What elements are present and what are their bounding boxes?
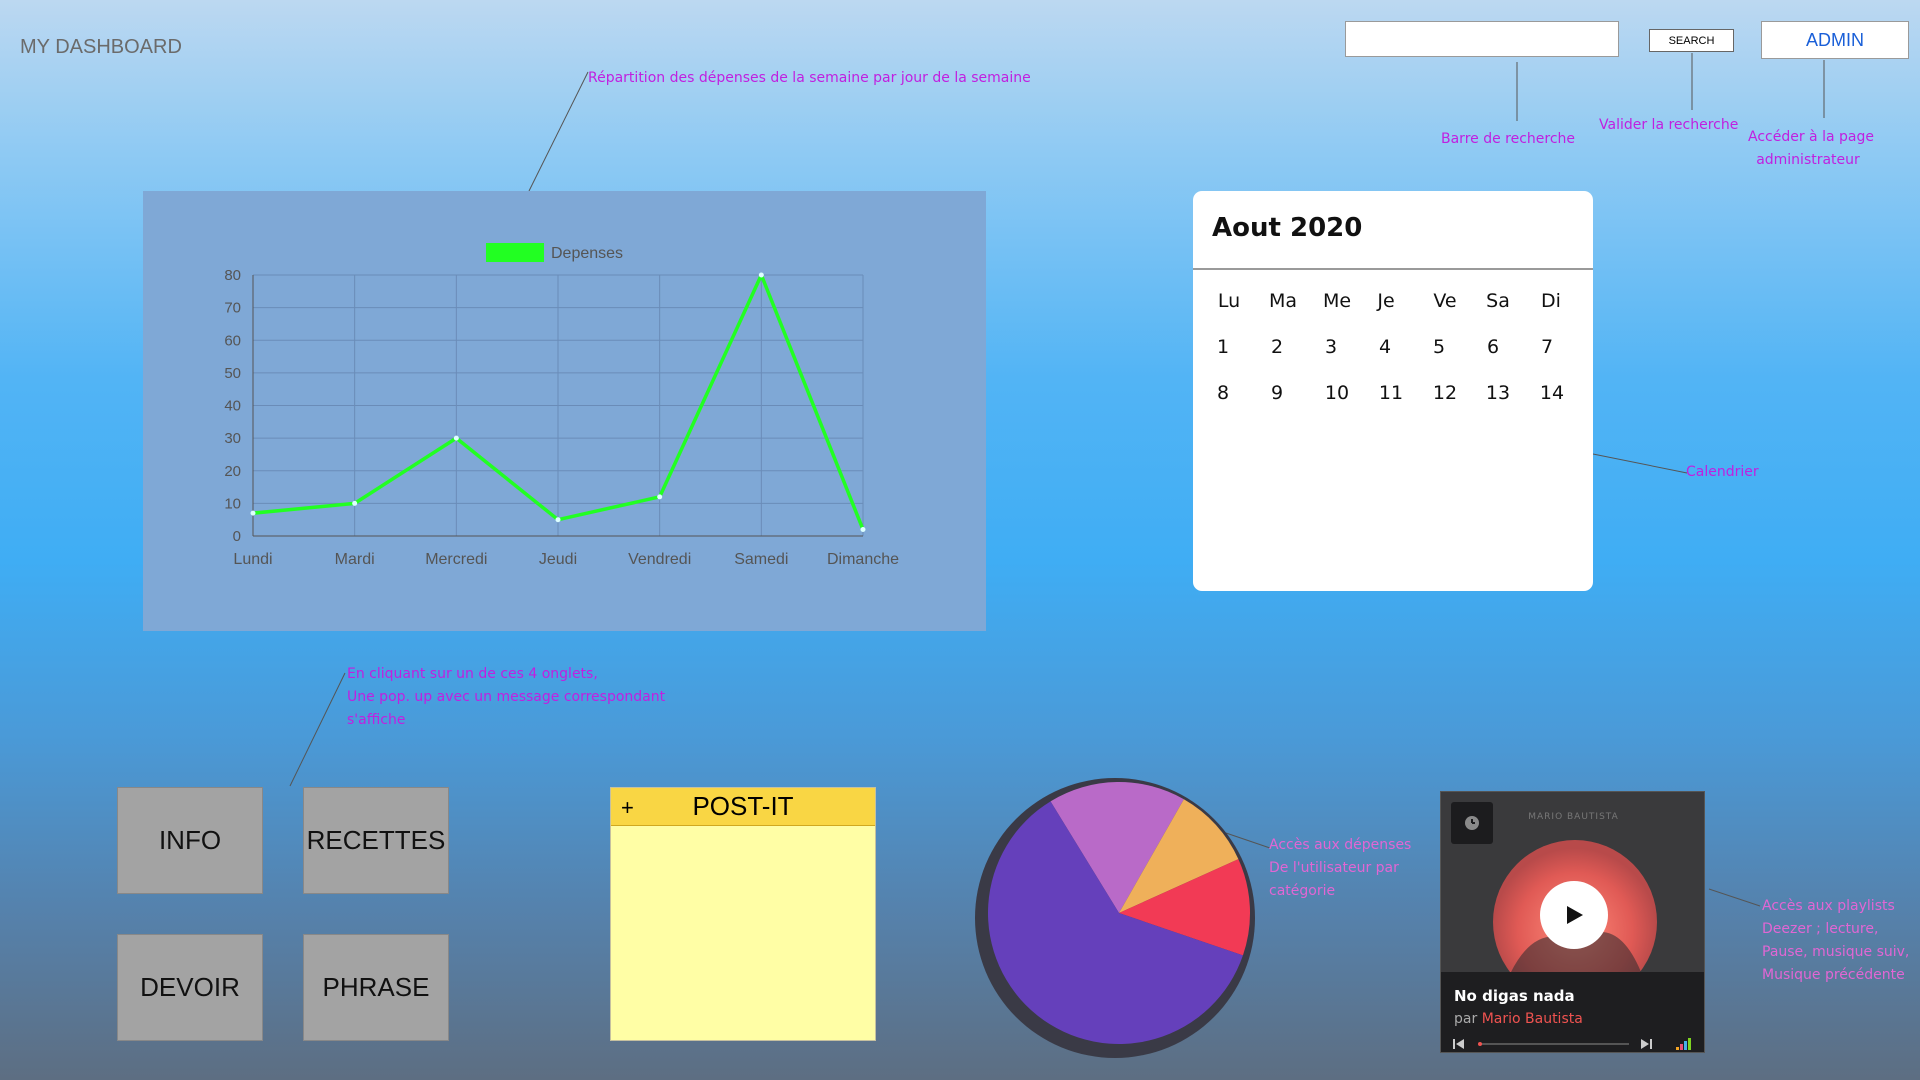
annotation-pie: Accès aux dépenses De l'utilisateur par … (1269, 834, 1411, 903)
deezer-player: MARIO BAUTISTA No digas nada par Mario B… (1440, 791, 1705, 1053)
chart-legend-swatch (486, 243, 544, 262)
annotation-search-validate: Valider la recherche (1599, 117, 1739, 133)
chart-x-tick-label: Lundi (233, 551, 272, 568)
chart-y-tick-label: 60 (224, 332, 241, 349)
calendar-day[interactable]: 11 (1369, 382, 1413, 404)
calendar-weekday: Ma (1268, 290, 1298, 312)
calendar-weekday: Je (1377, 290, 1395, 312)
calendar-day[interactable]: 1 (1201, 336, 1245, 358)
chart-y-tick-label: 50 (224, 365, 241, 382)
chart-y-tick-label: 80 (224, 267, 241, 284)
calendar-day[interactable]: 2 (1255, 336, 1299, 358)
calendar-day[interactable]: 6 (1471, 336, 1515, 358)
clock-button[interactable] (1451, 802, 1493, 844)
chart-y-tick-label: 30 (224, 430, 241, 447)
chart-data-point (352, 500, 358, 506)
chart-data-point (250, 510, 256, 516)
annotation-player-line1: Accès aux playlists (1762, 898, 1895, 914)
calendar-title: Aout 2020 (1212, 213, 1363, 243)
annotation-admin-line2: administrateur (1756, 152, 1860, 168)
chart-y-tick-label: 10 (224, 495, 241, 512)
chart-x-tick-label: Jeudi (539, 551, 577, 568)
calendar-weekday: Me (1322, 290, 1352, 312)
annotation-pie-line3: catégorie (1269, 883, 1336, 899)
player-controls (1453, 1038, 1691, 1050)
chart-y-tick-label: 20 (224, 463, 241, 480)
progress-handle[interactable] (1478, 1042, 1482, 1046)
chart-x-tick-label: Dimanche (827, 551, 899, 568)
calendar-day[interactable]: 3 (1309, 336, 1353, 358)
annotation-admin: Accéder à la page administrateur (1748, 126, 1874, 172)
calendar-day[interactable]: 5 (1417, 336, 1461, 358)
annotation-pie-line1: Accès aux dépenses (1269, 837, 1412, 853)
previous-icon[interactable] (1453, 1039, 1464, 1049)
calendar-day[interactable]: 8 (1201, 382, 1245, 404)
annotation-chart: Répartition des dépenses de la semaine p… (588, 70, 1031, 86)
annotation-player-line4: Musique précédente (1762, 967, 1905, 983)
postit-widget: + POST-IT (610, 787, 876, 1041)
calendar-day[interactable]: 13 (1476, 382, 1520, 404)
chart-y-tick-label: 0 (233, 528, 241, 545)
calendar-divider (1193, 268, 1593, 270)
track-artist: par Mario Bautista (1454, 1011, 1583, 1027)
chart-x-tick-label: Vendredi (628, 551, 691, 568)
annotation-admin-line1: Accéder à la page (1748, 129, 1874, 145)
chart-data-point (657, 494, 663, 500)
play-icon (1567, 906, 1583, 924)
calendar-weekday: Lu (1217, 290, 1241, 312)
annotation-tabs: En cliquant sur un de ces 4 onglets, Une… (347, 663, 665, 732)
postit-textarea[interactable] (611, 826, 875, 1041)
chart-x-tick-label: Mardi (335, 551, 375, 568)
chart-y-tick-label: 70 (224, 300, 241, 317)
chart-x-tick-label: Mercredi (425, 551, 487, 568)
track-by-label: par (1454, 1011, 1478, 1027)
chart-legend-label: Depenses (551, 245, 623, 262)
deezer-logo-icon (1676, 1038, 1691, 1050)
expenses-pie-chart[interactable] (970, 773, 1260, 1063)
progress-track[interactable] (1479, 1043, 1629, 1045)
annotation-tabs-line2: Une pop. up avec un message correspondan… (347, 689, 666, 705)
calendar-day[interactable]: 14 (1530, 382, 1574, 404)
album-artist-caption: MARIO BAUTISTA (1528, 812, 1619, 822)
calendar-day[interactable]: 12 (1423, 382, 1467, 404)
chart-y-tick-label: 40 (224, 398, 241, 415)
calendar-day[interactable]: 7 (1525, 336, 1569, 358)
tab-recettes[interactable]: RECETTES (303, 787, 449, 894)
track-artist-link[interactable]: Mario Bautista (1482, 1011, 1583, 1027)
expenses-line-chart: 0 10 20 30 40 50 60 70 80 Lundi Mardi Mercredi Jeudi… (224, 243, 899, 568)
tab-info[interactable]: INFO (117, 787, 263, 894)
chart-x-tick-label: Samedi (734, 551, 788, 568)
calendar-day[interactable]: 9 (1255, 382, 1299, 404)
annotation-pie-line2: De l'utilisateur par (1269, 860, 1399, 876)
expenses-chart-panel: 0 10 20 30 40 50 60 70 80 Lundi Mardi Mercredi Jeudi… (143, 191, 986, 631)
tab-phrase[interactable]: PHRASE (303, 934, 449, 1041)
calendar-weekday: Ve (1433, 290, 1457, 312)
chart-data-point (453, 435, 459, 441)
play-button[interactable] (1540, 881, 1608, 949)
chart-data-point (555, 517, 561, 523)
chart-data-point (758, 272, 764, 278)
calendar-day[interactable]: 4 (1363, 336, 1407, 358)
annotation-tabs-line3: s'affiche (347, 712, 406, 728)
tab-devoir[interactable]: DEVOIR (117, 934, 263, 1041)
postit-header: + POST-IT (611, 788, 875, 826)
annotation-player: Accès aux playlists Deezer ; lecture, Pa… (1762, 895, 1909, 987)
next-icon[interactable] (1641, 1039, 1652, 1049)
annotation-tabs-line1: En cliquant sur un de ces 4 onglets, (347, 666, 598, 682)
annotation-player-line3: Pause, musique suiv, (1762, 944, 1910, 960)
calendar-weekday: Sa (1486, 290, 1510, 312)
annotation-player-line2: Deezer ; lecture, (1762, 921, 1879, 937)
calendar-day[interactable]: 10 (1315, 382, 1359, 404)
calendar-weekday: Di (1541, 290, 1561, 312)
postit-title: POST-IT (692, 791, 794, 821)
annotation-search-bar: Barre de recherche (1441, 131, 1576, 147)
calendar-widget: Aout 2020 Lu Ma Me Je Ve Sa Di 1 2 3 4 5… (1193, 191, 1593, 591)
postit-add-button[interactable]: + (621, 795, 634, 821)
track-title: No digas nada (1454, 987, 1575, 1005)
chart-data-point (860, 526, 866, 532)
annotation-calendar: Calendrier (1686, 464, 1759, 480)
